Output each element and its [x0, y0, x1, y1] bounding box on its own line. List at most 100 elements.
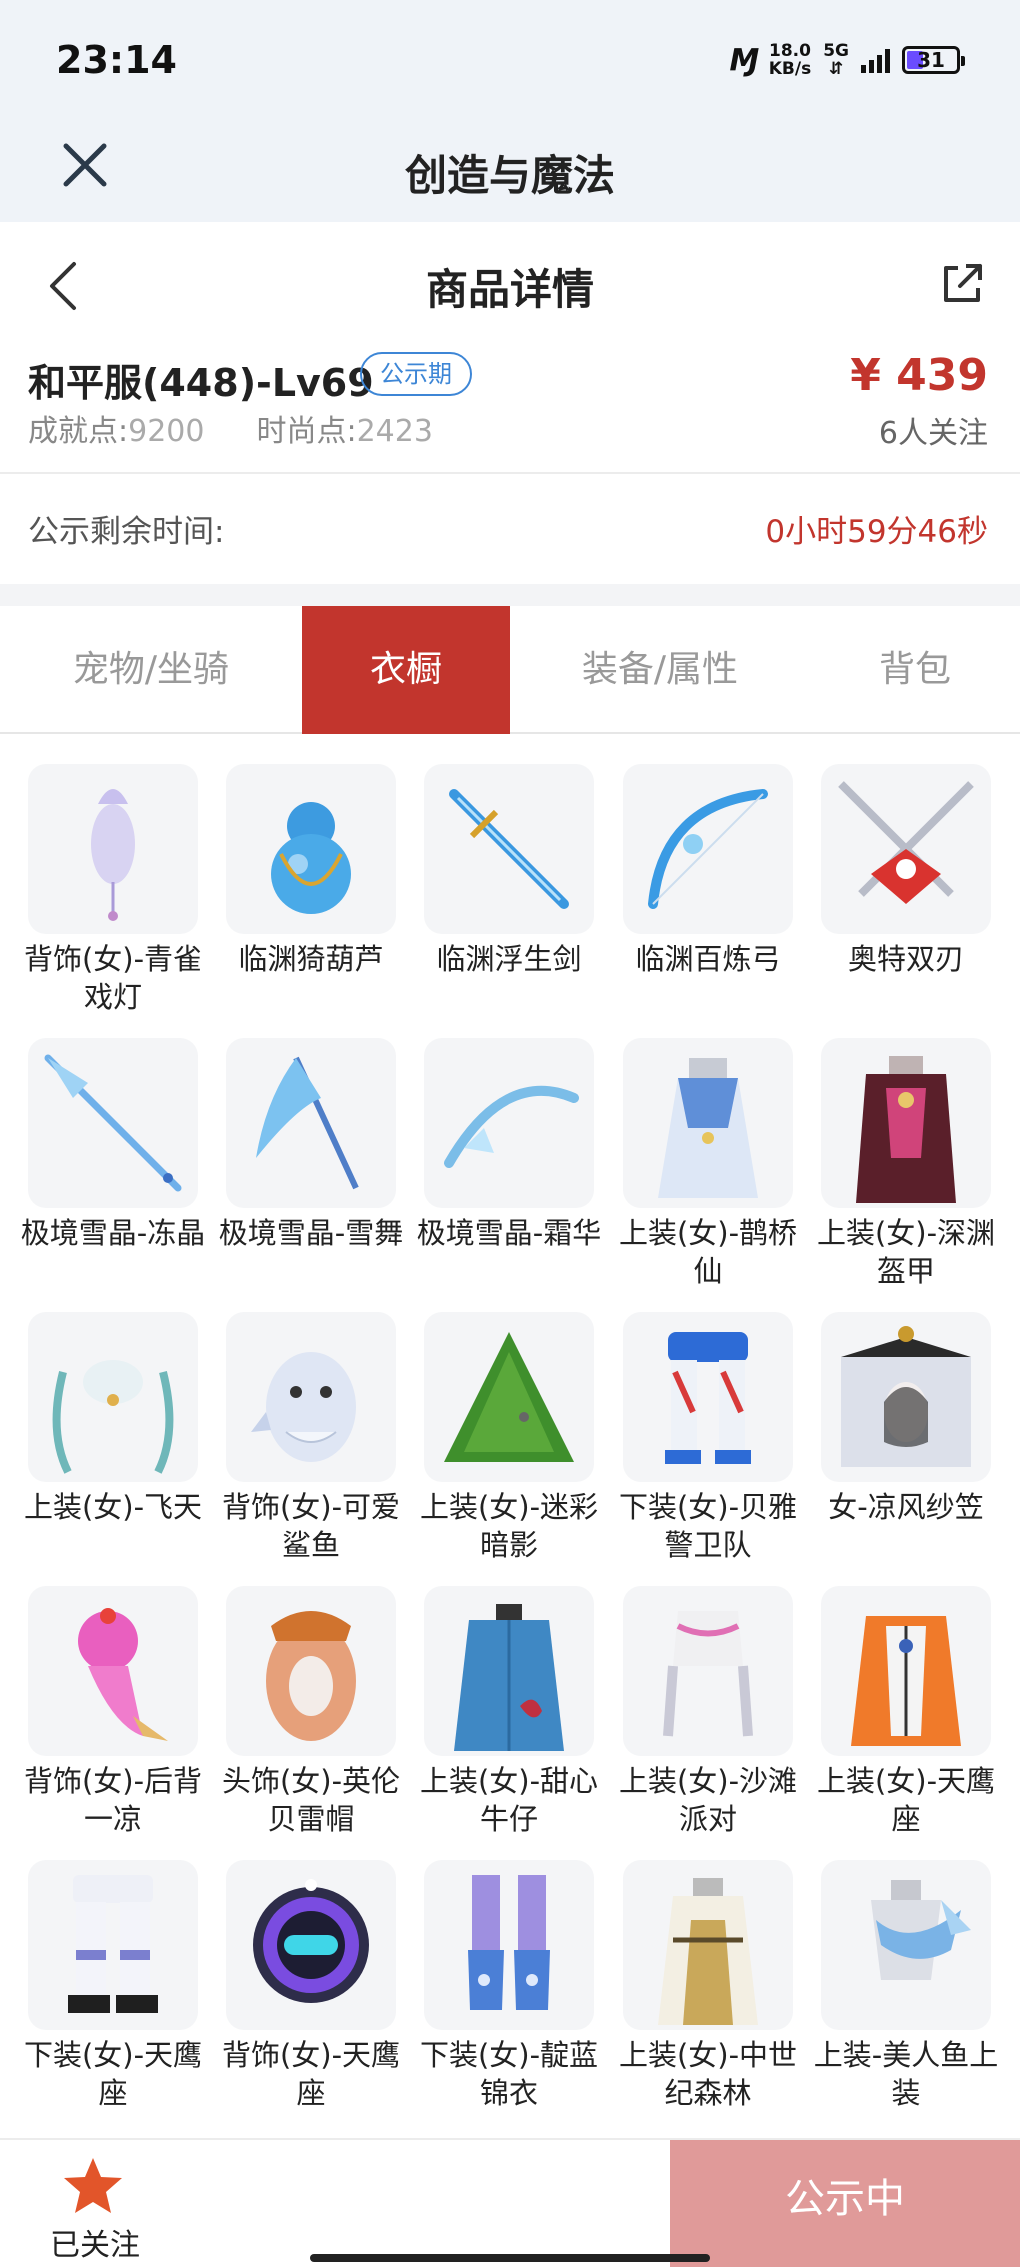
tab-wardrobe[interactable]: 衣橱 — [302, 606, 510, 734]
data-arrows-icon: ⇵ — [828, 59, 844, 79]
wardrobe-item[interactable]: 上装(女)-飞天 — [24, 1312, 202, 1526]
beret-icon — [226, 1586, 396, 1756]
wardrobe-item-label: 奥特双刃 — [847, 942, 964, 976]
follow-button[interactable]: 已关注 — [0, 2140, 190, 2267]
tab-bar: 宠物/坐骑 衣橱 装备/属性 背包 — [0, 606, 1020, 734]
app-title: 创造与魔法 — [404, 151, 615, 200]
wardrobe-item-label: 背饰(女)-天鹰座 — [221, 2038, 401, 2110]
beach-top-icon — [623, 1586, 793, 1756]
status-indicators: Ɱ 18.0 KB/s 5G ⇵ 31 — [728, 42, 965, 78]
tab-equipment-attributes[interactable]: 装备/属性 — [510, 606, 810, 734]
signal-icon — [861, 47, 890, 73]
wardrobe-item[interactable]: 背饰(女)-可爱鲨鱼 — [222, 1312, 400, 1564]
ice-scythe-icon — [226, 1038, 396, 1208]
wardrobe-item[interactable]: 下装(女)-贝雅警卫队 — [619, 1312, 797, 1564]
network-type-label: 5G — [823, 41, 849, 61]
carrier-icon: Ɱ — [728, 42, 759, 78]
lantern-accessory-icon — [28, 764, 198, 934]
wardrobe-item-label: 下装(女)-贝雅警卫队 — [618, 1490, 798, 1562]
wardrobe-item-label: 下装(女)-天鹰座 — [23, 2038, 203, 2110]
follow-label: 已关注 — [50, 2228, 140, 2263]
section-divider — [0, 584, 1020, 606]
wardrobe-item[interactable]: 极境雪晶-雪舞 — [219, 1038, 403, 1252]
wardrobe-item-label: 上装(女)-甜心牛仔 — [419, 1764, 599, 1836]
wardrobe-item[interactable]: 上装(女)-天鹰座 — [817, 1586, 995, 1838]
wardrobe-item[interactable]: 女-凉风纱笠 — [821, 1312, 991, 1526]
wardrobe-item[interactable]: 上装(女)-迷彩暗影 — [420, 1312, 598, 1564]
home-indicator — [310, 2254, 710, 2262]
shark-icon — [226, 1312, 396, 1482]
wardrobe-item-label: 上装(女)-迷彩暗影 — [419, 1490, 599, 1562]
tab-backpack[interactable]: 背包 — [810, 606, 1020, 734]
wardrobe-item-label: 背饰(女)-青雀戏灯 — [23, 942, 203, 1014]
wardrobe-item[interactable]: 下装(女)-天鹰座 — [24, 1860, 202, 2112]
wardrobe-item[interactable]: 上装(女)-甜心牛仔 — [420, 1586, 598, 1838]
product-summary: 和平服(448)-Lv69 公示期 成就点:9200 时尚点:2423 ¥ 43… — [0, 340, 1020, 474]
price: ¥ 439 — [850, 350, 988, 401]
wardrobe-item[interactable]: 上装(女)-鹊桥仙 — [619, 1038, 797, 1290]
wardrobe-item-label: 临渊猗葫芦 — [238, 942, 384, 976]
wardrobe-item[interactable]: 头饰(女)-英伦贝雷帽 — [222, 1586, 400, 1838]
wardrobe-item[interactable]: 下装(女)-靛蓝锦衣 — [420, 1860, 598, 2112]
wardrobe-item[interactable]: 上装(女)-沙滩派对 — [619, 1586, 797, 1838]
wardrobe-item[interactable]: 上装(女)-中世纪森林 — [619, 1860, 797, 2112]
wardrobe-item[interactable]: 极境雪晶-霜华 — [417, 1038, 601, 1252]
armor-icon — [821, 1038, 991, 1208]
page-title: 商品详情 — [425, 265, 594, 314]
ice-cream-icon — [28, 1586, 198, 1756]
wardrobe-item[interactable]: 背饰(女)-天鹰座 — [222, 1860, 400, 2112]
fashion-value: 2423 — [356, 414, 433, 449]
wardrobe-item-label: 上装(女)-沙滩派对 — [618, 1764, 798, 1836]
nav-bar: 商品详情 — [0, 222, 1020, 346]
bottom-bar: 已关注 公示中 — [0, 2138, 1020, 2267]
share-icon[interactable] — [938, 260, 986, 308]
fashion-label: 时尚点: — [256, 414, 357, 449]
sword-icon — [424, 764, 594, 934]
publicity-status-button[interactable]: 公示中 — [670, 2140, 1020, 2267]
wardrobe-item[interactable]: 背饰(女)-青雀戏灯 — [24, 764, 202, 1016]
mermaid-top-icon — [821, 1860, 991, 2030]
veil-hat-icon — [821, 1312, 991, 1482]
wardrobe-item-label: 极境雪晶-雪舞 — [218, 1216, 404, 1250]
wardrobe-item-label: 下装(女)-靛蓝锦衣 — [419, 2038, 599, 2110]
star-icon — [64, 2158, 122, 2213]
wardrobe-item-label: 极境雪晶-霜华 — [416, 1216, 602, 1250]
wardrobe-item[interactable]: 临渊浮生剑 — [424, 764, 594, 978]
wardrobe-item-label: 上装(女)-飞天 — [23, 1490, 203, 1524]
wardrobe-item-label: 临渊百炼弓 — [635, 942, 781, 976]
wardrobe-item[interactable]: 奥特双刃 — [821, 764, 991, 978]
medieval-dress-icon — [623, 1860, 793, 2030]
aquila-top-icon — [821, 1586, 991, 1756]
network-type: 5G ⇵ — [823, 42, 849, 78]
wardrobe-item-label: 上装-美人鱼上装 — [813, 2038, 999, 2110]
countdown-value: 0小时59分46秒 — [765, 514, 988, 550]
wardrobe-item-label: 临渊浮生剑 — [436, 942, 582, 976]
wardrobe-item-label: 上装(女)-天鹰座 — [816, 1764, 996, 1836]
wardrobe-item[interactable]: 极境雪晶-冻晶 — [21, 1038, 205, 1252]
wardrobe-item[interactable]: 背饰(女)-后背一凉 — [24, 1586, 202, 1838]
network-speed: 18.0 KB/s — [769, 42, 811, 78]
wardrobe-item-label: 头饰(女)-英伦贝雷帽 — [221, 1764, 401, 1836]
watcher-count: 6人关注 — [878, 416, 988, 451]
achievement-value: 9200 — [128, 414, 205, 449]
status-time: 23:14 — [56, 38, 177, 82]
tab-pets-mounts[interactable]: 宠物/坐骑 — [0, 606, 302, 734]
wardrobe-item-label: 极境雪晶-冻晶 — [20, 1216, 206, 1250]
ice-spear-icon — [28, 1038, 198, 1208]
aquila-backpack-icon — [226, 1860, 396, 2030]
countdown-row: 公示剩余时间: 0小时59分46秒 — [0, 474, 1020, 584]
wardrobe-item-label: 上装(女)-深渊盔甲 — [816, 1216, 996, 1288]
ice-bow-icon — [424, 1038, 594, 1208]
wardrobe-item-label: 背饰(女)-可爱鲨鱼 — [221, 1490, 401, 1562]
wardrobe-item[interactable]: 上装-美人鱼上装 — [814, 1860, 998, 2112]
network-speed-unit: KB/s — [768, 59, 812, 79]
aquila-pants-icon — [28, 1860, 198, 2030]
wardrobe-item[interactable]: 临渊猗葫芦 — [226, 764, 396, 978]
product-stats: 成就点:9200 时尚点:2423 — [28, 406, 433, 450]
network-speed-value: 18.0 — [768, 41, 811, 61]
status-bar: 23:14 Ɱ 18.0 KB/s 5G ⇵ 31 — [0, 0, 1020, 118]
wardrobe-item[interactable]: 上装(女)-深渊盔甲 — [817, 1038, 995, 1290]
wardrobe-item-label: 女-凉风纱笠 — [828, 1490, 984, 1524]
wardrobe-item[interactable]: 临渊百炼弓 — [623, 764, 793, 978]
countdown-label: 公示剩余时间: — [28, 514, 225, 550]
